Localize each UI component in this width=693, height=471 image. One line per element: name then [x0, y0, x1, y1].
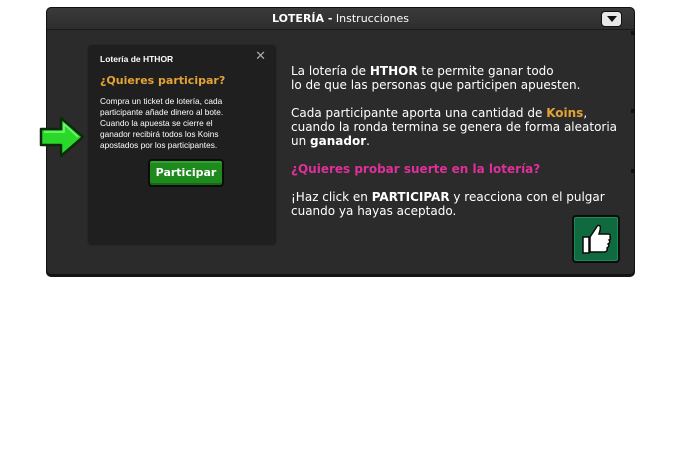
window-title-rest: Instrucciones [332, 12, 410, 25]
card-body-line: ganador recibirá todos los Koins [100, 129, 219, 139]
scroll-notch [631, 109, 634, 113]
thumbs-up-icon [582, 224, 612, 254]
close-icon[interactable]: ✕ [255, 50, 266, 63]
info-paragraph-1-cont: lo de que las personas que participen ap… [291, 78, 581, 92]
koins-highlight: Koins [546, 106, 584, 120]
info-paragraph-2-end: un ganador. [291, 134, 370, 148]
card-question: ¿Quieres participar? [100, 74, 226, 87]
window-titlebar: LOTERÍA - Instrucciones [47, 8, 634, 30]
window-title-bold: LOTERÍA - [271, 12, 333, 25]
scroll-notch [631, 169, 634, 173]
green-arrow-right-icon [39, 116, 85, 158]
card-body-line: participante añade dinero al bote. [100, 107, 224, 117]
lottery-window: LOTERÍA - Instrucciones Lotería de HTHOR… [46, 7, 635, 275]
card-body: Compra un ticket de lotería, cada partic… [100, 96, 272, 151]
card-body-line: Compra un ticket de lotería, cada [100, 96, 223, 106]
lottery-question: ¿Quieres probar suerte en la lotería? [291, 162, 541, 176]
info-paragraph-2: Cada participante aporta una cantidad de… [291, 106, 588, 120]
participar-button[interactable]: Participar [148, 159, 224, 187]
card-title: Lotería de HTHOR [100, 54, 174, 64]
scroll-notch [631, 31, 634, 35]
card-body-line: Cuando la apuesta se cierre el [100, 118, 213, 128]
instructions-text: La lotería de HTHOR te permite ganar tod… [291, 64, 626, 218]
chevron-down-icon[interactable] [601, 11, 622, 27]
info-paragraph-2-cont: cuando la ronda termina se genera de for… [291, 120, 618, 134]
lottery-card: Lotería de HTHOR ✕ ¿Quieres participar? … [88, 45, 276, 245]
info-paragraph-4: ¡Haz click en PARTICIPAR y reacciona con… [291, 190, 605, 204]
info-paragraph-1: La lotería de HTHOR te permite ganar tod… [291, 64, 554, 78]
card-body-line: apostados por los participantes. [100, 140, 218, 150]
thumbs-up-button[interactable] [572, 215, 620, 263]
